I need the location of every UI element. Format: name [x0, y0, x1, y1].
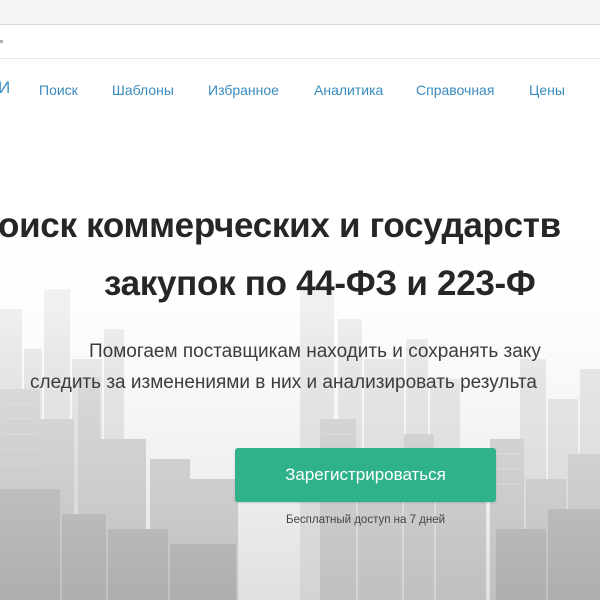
nav-item-reference[interactable]: Справочная	[416, 82, 494, 98]
hero-headline-line2: закупок по 44-ФЗ и 223-Ф	[104, 264, 536, 303]
nav-item-favorites[interactable]: Избранное	[208, 82, 279, 98]
browser-tab-strip	[0, 0, 600, 24]
register-button[interactable]: Зарегистрироваться	[235, 448, 496, 502]
nav-item-templates[interactable]: Шаблоны	[112, 82, 174, 98]
free-trial-note: Бесплатный доступ на 7 дней	[285, 514, 446, 526]
hero-headline-line1: оиск коммерческих и государств	[0, 206, 561, 245]
address-bar-edge-icon	[0, 40, 3, 43]
address-bar[interactable]	[0, 25, 600, 59]
top-navigation: И Поиск Шаблоны Избранное Аналитика Спра…	[0, 59, 600, 121]
site-logo[interactable]: И	[0, 78, 10, 98]
nav-item-analytics[interactable]: Аналитика	[314, 82, 383, 98]
nav-item-prices[interactable]: Цены	[529, 82, 565, 98]
nav-item-search[interactable]: Поиск	[39, 82, 78, 98]
register-button-label: Зарегистрироваться	[285, 465, 446, 484]
browser-window: И Поиск Шаблоны Избранное Аналитика Спра…	[0, 0, 600, 600]
hero-subtitle-line2: следить за изменениями в них и анализиро…	[30, 372, 537, 393]
hero-subtitle-line1: Помогаем поставщикам находить и сохранят…	[89, 341, 541, 362]
